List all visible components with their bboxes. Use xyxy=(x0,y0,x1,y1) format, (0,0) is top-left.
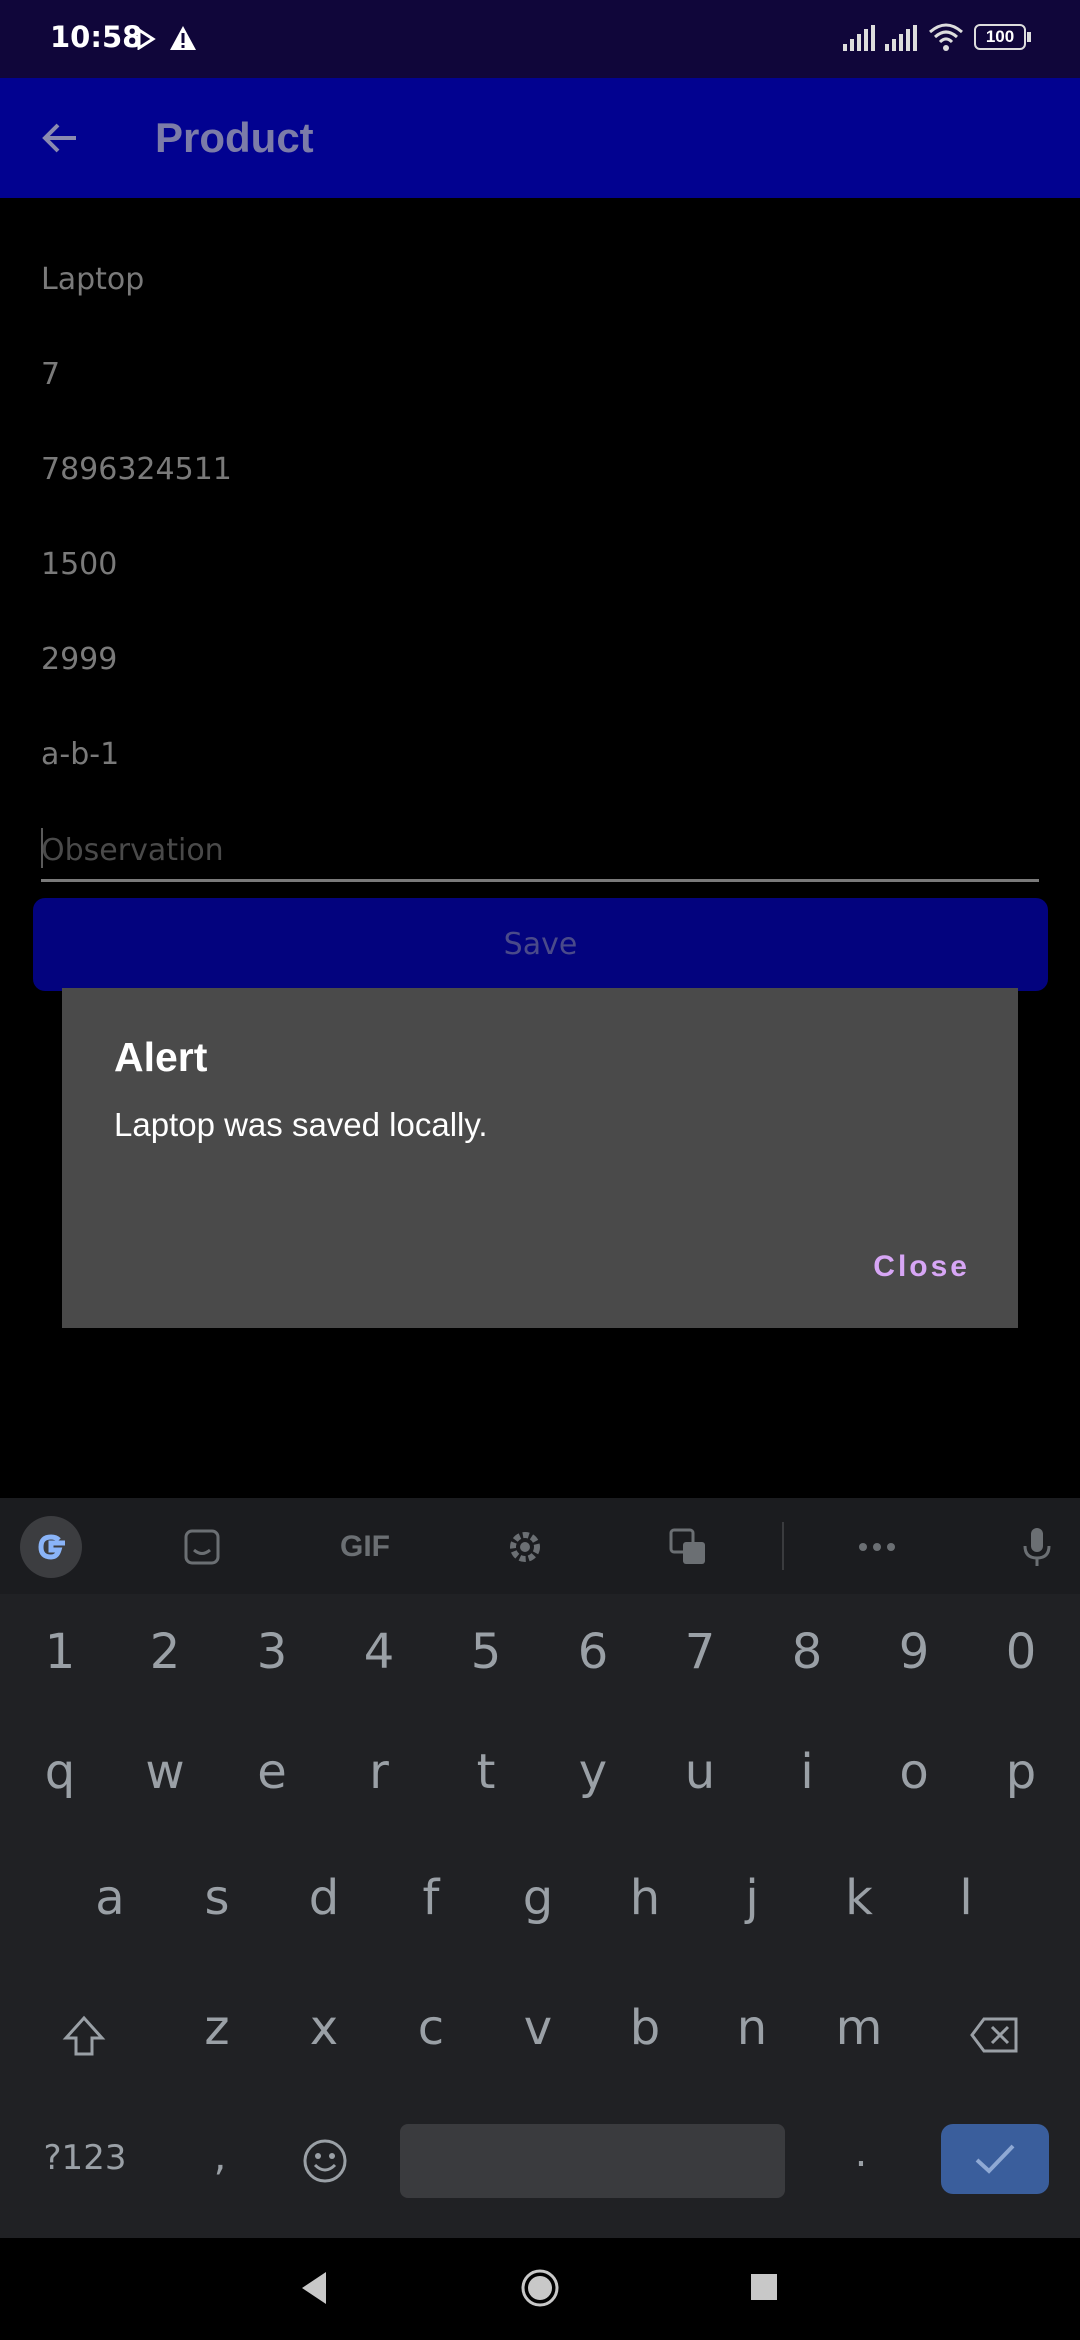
shift-icon[interactable] xyxy=(62,2014,106,2058)
battery-tip xyxy=(1027,32,1031,42)
check-icon xyxy=(975,2144,1015,2174)
dots-icon xyxy=(859,1543,895,1551)
key-k[interactable]: k xyxy=(819,1870,899,1926)
translate-glyph-icon xyxy=(669,1528,705,1564)
key-2[interactable]: 2 xyxy=(125,1624,205,1680)
key-3[interactable]: 3 xyxy=(232,1624,312,1680)
product-name-field[interactable]: Laptop xyxy=(41,262,144,297)
key-z[interactable]: z xyxy=(177,2000,257,2056)
location-field[interactable]: a-b-1 xyxy=(41,737,119,772)
page-title: Product xyxy=(155,114,314,161)
sticker-icon[interactable] xyxy=(175,1520,229,1574)
backspace-icon[interactable] xyxy=(970,2016,1020,2054)
toolbar-divider xyxy=(782,1522,784,1570)
key-n[interactable]: n xyxy=(712,2000,792,2056)
dialog-message: Laptop was saved locally. xyxy=(114,1106,488,1143)
close-button[interactable]: Close xyxy=(873,1250,970,1284)
signal-icon xyxy=(843,25,875,51)
key-5[interactable]: 5 xyxy=(446,1624,526,1680)
cost-field[interactable]: 1500 xyxy=(41,547,117,582)
soft-keyboard: GIF 1 2 3 4 5 6 7 8 9 0 q w e r t y u i … xyxy=(0,1498,1080,2238)
key-6[interactable]: 6 xyxy=(553,1624,633,1680)
status-bar: 10:58 100 xyxy=(0,0,1080,78)
key-l[interactable]: l xyxy=(926,1870,1006,1926)
key-w[interactable]: w xyxy=(125,1744,205,1800)
status-time: 10:58 xyxy=(50,20,143,54)
quantity-field[interactable]: 7 xyxy=(41,357,60,392)
microphone-icon xyxy=(1023,1528,1051,1566)
key-r[interactable]: r xyxy=(339,1744,419,1800)
save-button[interactable]: Save xyxy=(33,898,1048,991)
more-icon[interactable] xyxy=(850,1520,904,1574)
key-8[interactable]: 8 xyxy=(767,1624,847,1680)
key-9[interactable]: 9 xyxy=(874,1624,954,1680)
battery-icon: 100 xyxy=(974,24,1026,50)
google-icon[interactable] xyxy=(20,1516,82,1578)
dialog-title: Alert xyxy=(114,1034,208,1080)
key-v[interactable]: v xyxy=(498,2000,578,2056)
back-arrow-icon[interactable] xyxy=(36,114,84,162)
key-4[interactable]: 4 xyxy=(339,1624,419,1680)
key-g[interactable]: g xyxy=(498,1870,578,1926)
warning-icon xyxy=(170,26,196,50)
key-f[interactable]: f xyxy=(391,1870,471,1926)
key-d[interactable]: d xyxy=(284,1870,364,1926)
key-h[interactable]: h xyxy=(605,1870,685,1926)
mic-icon[interactable] xyxy=(1010,1520,1064,1574)
key-x[interactable]: x xyxy=(284,2000,364,2056)
key-s[interactable]: s xyxy=(177,1870,257,1926)
navigation-bar xyxy=(0,2238,1080,2340)
key-i[interactable]: i xyxy=(767,1744,847,1800)
play-icon xyxy=(137,28,156,50)
translate-icon[interactable] xyxy=(661,1520,715,1574)
gif-button[interactable]: GIF xyxy=(335,1520,395,1574)
key-1[interactable]: 1 xyxy=(20,1624,100,1680)
nav-home-icon[interactable] xyxy=(520,2268,560,2308)
key-u[interactable]: u xyxy=(660,1744,740,1800)
app-bar: Product xyxy=(0,78,1080,198)
key-j[interactable]: j xyxy=(712,1870,792,1926)
gear-icon[interactable] xyxy=(498,1520,552,1574)
emoji-icon[interactable] xyxy=(302,2138,348,2184)
key-p[interactable]: p xyxy=(981,1744,1061,1800)
key-7[interactable]: 7 xyxy=(660,1624,740,1680)
enter-key[interactable] xyxy=(941,2124,1049,2194)
barcode-field[interactable]: 7896324511 xyxy=(41,452,232,487)
key-e[interactable]: e xyxy=(232,1744,312,1800)
key-a[interactable]: a xyxy=(70,1870,150,1926)
nav-recents-icon[interactable] xyxy=(750,2273,778,2301)
comma-key[interactable]: , xyxy=(195,2134,245,2180)
key-y[interactable]: y xyxy=(553,1744,633,1800)
period-key[interactable]: . xyxy=(836,2130,886,2176)
key-c[interactable]: c xyxy=(391,2000,471,2056)
key-o[interactable]: o xyxy=(874,1744,954,1800)
key-0[interactable]: 0 xyxy=(981,1624,1061,1680)
price-field[interactable]: 2999 xyxy=(41,642,117,677)
key-t[interactable]: t xyxy=(446,1744,526,1800)
battery-level: 100 xyxy=(985,27,1015,46)
observation-input[interactable] xyxy=(41,822,1039,882)
key-b[interactable]: b xyxy=(605,2000,685,2056)
sticker-glyph-icon xyxy=(184,1529,220,1565)
signal-icon-2 xyxy=(885,25,917,51)
key-m[interactable]: m xyxy=(819,2000,899,2056)
space-key[interactable] xyxy=(400,2124,785,2198)
nav-back-icon[interactable] xyxy=(298,2270,330,2306)
text-cursor xyxy=(41,828,43,868)
wifi-icon xyxy=(929,23,963,51)
key-q[interactable]: q xyxy=(20,1744,100,1800)
google-g-icon xyxy=(38,1534,65,1560)
settings-gear-icon xyxy=(510,1532,540,1562)
symbols-key[interactable]: ?123 xyxy=(30,2138,140,2178)
alert-dialog: Alert Laptop was saved locally. Close xyxy=(62,988,1018,1328)
keyboard-toolbar: GIF xyxy=(0,1498,1080,1594)
